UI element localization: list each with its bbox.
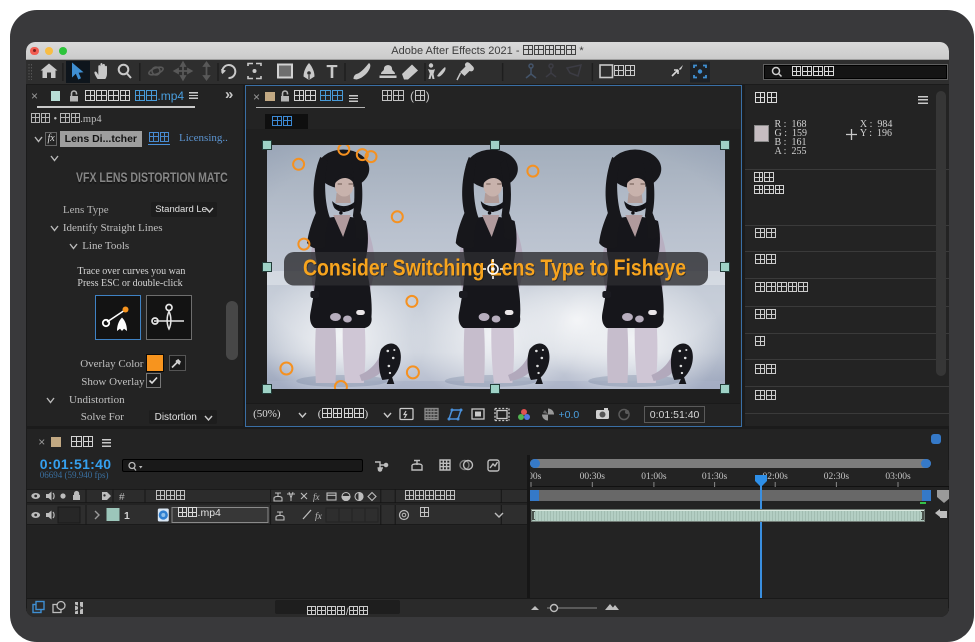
svg-text:02:30s: 02:30s (824, 472, 850, 482)
svg-text:Consider Switching Lens Type t: Consider Switching Lens Type to Fisheye (303, 255, 686, 281)
svg-text:03:00s: 03:00s (885, 472, 911, 482)
svg-text:01:30s: 01:30s (702, 472, 728, 482)
svg-text:0:00s: 0:00s (530, 472, 542, 482)
svg-text:1: 1 (124, 510, 130, 522)
svg-text:fx: fx (315, 511, 323, 522)
svg-text:#: # (119, 492, 125, 503)
svg-text:fx: fx (313, 492, 320, 502)
svg-text:00:30s: 00:30s (580, 472, 606, 482)
svg-text:01:00s: 01:00s (641, 472, 667, 482)
svg-text:T: T (327, 62, 338, 82)
